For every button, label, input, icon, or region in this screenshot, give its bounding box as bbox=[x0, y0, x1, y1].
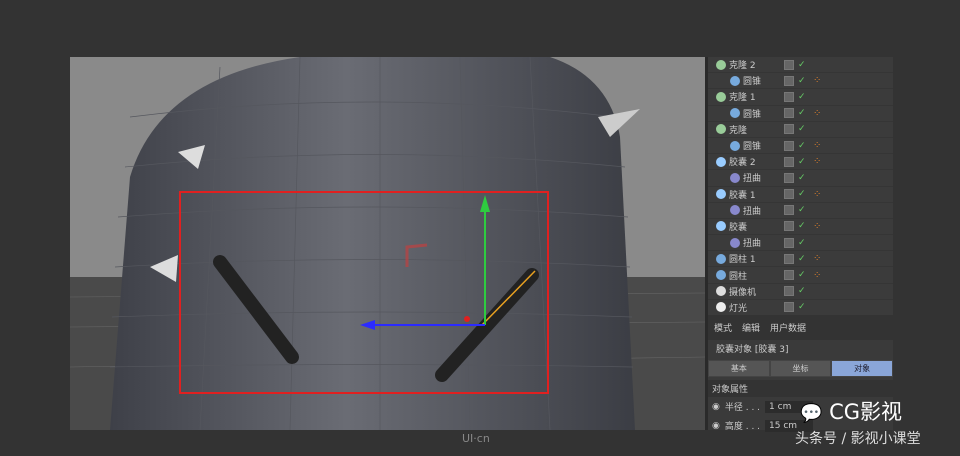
check-icon[interactable]: ✓ bbox=[798, 286, 806, 296]
layer-icon[interactable] bbox=[784, 108, 794, 119]
bend-icon bbox=[730, 172, 740, 183]
capsule-icon bbox=[716, 189, 726, 200]
layer-icon[interactable] bbox=[784, 286, 794, 297]
object-manager: 克隆 2 ✓ 圆锥 ✓ ⁘ 克隆 1 ✓ 圆锥 ✓ ⁘ 克隆 ✓ 圆锥 ✓ ⁘ 胶囊 2 ✓ ⁘ 扭曲 ✓ 胶囊 1 ✓ ⁘… bbox=[705, 57, 893, 333]
object-row[interactable]: 圆锥 ✓ ⁘ bbox=[708, 138, 893, 155]
tab-coord[interactable]: 坐标 bbox=[769, 360, 832, 377]
check-icon[interactable]: ✓ bbox=[798, 189, 806, 199]
check-icon[interactable]: ✓ bbox=[798, 108, 806, 118]
tag-icon[interactable]: ⁘ bbox=[813, 108, 821, 119]
layer-icon[interactable] bbox=[784, 124, 794, 135]
check-icon[interactable]: ✓ bbox=[798, 92, 806, 102]
check-icon[interactable]: ✓ bbox=[798, 157, 806, 167]
layer-icon[interactable] bbox=[784, 156, 794, 167]
layer-icon[interactable] bbox=[784, 221, 794, 232]
object-row[interactable]: 摄像机 ✓ bbox=[708, 284, 893, 300]
cone-icon bbox=[730, 75, 740, 86]
cylinder-icon bbox=[716, 253, 726, 264]
cloner-icon bbox=[716, 91, 726, 102]
object-row[interactable]: 圆锥 ✓ ⁘ bbox=[708, 106, 893, 122]
capsule-icon bbox=[716, 156, 726, 167]
check-icon[interactable]: ✓ bbox=[798, 270, 806, 280]
object-row[interactable]: 扭曲 ✓ bbox=[708, 170, 893, 187]
cone-icon bbox=[730, 108, 740, 119]
layer-icon[interactable] bbox=[784, 302, 794, 313]
height-label: 高度 . . . bbox=[724, 422, 761, 432]
capsule-body bbox=[110, 57, 635, 430]
object-row[interactable]: 克隆 ✓ bbox=[708, 122, 893, 138]
layer-icon[interactable] bbox=[784, 140, 794, 151]
camera-icon bbox=[716, 286, 726, 297]
check-icon[interactable]: ✓ bbox=[798, 124, 806, 134]
bend-icon bbox=[730, 237, 740, 248]
check-icon[interactable]: ✓ bbox=[798, 221, 806, 231]
layer-icon[interactable] bbox=[784, 205, 794, 216]
site-watermark: UI·cn bbox=[462, 432, 490, 445]
capsule-icon bbox=[716, 221, 726, 232]
layer-icon[interactable] bbox=[784, 237, 794, 248]
cylinder-icon bbox=[716, 270, 726, 281]
check-icon[interactable]: ✓ bbox=[798, 302, 806, 312]
check-icon[interactable]: ✓ bbox=[798, 238, 806, 248]
object-row[interactable]: 圆柱 1 ✓ ⁘ bbox=[708, 251, 893, 268]
tag-icon[interactable]: ⁘ bbox=[813, 253, 821, 264]
object-row[interactable]: 胶囊 ✓ ⁘ bbox=[708, 219, 893, 236]
layer-icon[interactable] bbox=[784, 172, 794, 183]
light-icon bbox=[716, 302, 726, 313]
layer-icon[interactable] bbox=[784, 189, 794, 200]
menu-user-data[interactable]: 用户数据 bbox=[770, 321, 806, 334]
cloner-icon bbox=[716, 124, 726, 135]
bend-icon bbox=[730, 205, 740, 216]
section-title: 对象属性 bbox=[708, 380, 893, 397]
cone-icon bbox=[730, 140, 740, 151]
watermark-brand: 💬 CG影视 bbox=[800, 400, 903, 424]
check-icon[interactable]: ✓ bbox=[798, 205, 806, 215]
tab-object[interactable]: 对象 bbox=[831, 360, 894, 377]
tag-icon[interactable]: ⁘ bbox=[813, 140, 821, 151]
3d-viewport[interactable] bbox=[69, 56, 706, 431]
wechat-icon: 💬 bbox=[800, 403, 823, 424]
cloner-icon bbox=[716, 59, 726, 70]
object-row[interactable]: 圆锥 ✓ ⁘ bbox=[708, 73, 893, 90]
object-row[interactable]: 扭曲 ✓ bbox=[708, 235, 893, 252]
radius-label: 半径 . . . bbox=[724, 403, 761, 413]
object-row[interactable]: 胶囊 1 ✓ ⁘ bbox=[708, 187, 893, 203]
check-icon[interactable]: ✓ bbox=[798, 141, 806, 151]
check-icon[interactable]: ✓ bbox=[798, 76, 806, 86]
layer-icon[interactable] bbox=[784, 75, 794, 86]
menu-mode[interactable]: 模式 bbox=[714, 321, 732, 334]
layer-icon[interactable] bbox=[784, 59, 794, 70]
layer-icon[interactable] bbox=[784, 253, 794, 264]
watermark-sub: 头条号 / 影视小课堂 bbox=[795, 431, 921, 447]
object-row[interactable]: 胶囊 2 ✓ ⁘ bbox=[708, 154, 893, 171]
menu-edit[interactable]: 编辑 bbox=[742, 321, 760, 334]
object-title: 胶囊对象 [胶囊 3] bbox=[716, 345, 789, 355]
tag-icon[interactable]: ⁘ bbox=[813, 156, 821, 167]
tab-basic[interactable]: 基本 bbox=[708, 360, 770, 377]
object-row[interactable]: 克隆 1 ✓ bbox=[708, 89, 893, 106]
tag-icon[interactable]: ⁘ bbox=[813, 189, 821, 200]
object-row[interactable]: 圆柱 ✓ ⁘ bbox=[708, 267, 893, 284]
layer-icon[interactable] bbox=[784, 270, 794, 281]
object-row[interactable]: 灯光 ✓ bbox=[708, 300, 893, 316]
check-icon[interactable]: ✓ bbox=[798, 60, 806, 70]
tag-icon[interactable]: ⁘ bbox=[813, 221, 821, 232]
tag-icon[interactable]: ⁘ bbox=[813, 75, 821, 86]
layer-icon[interactable] bbox=[784, 91, 794, 102]
object-row[interactable]: 克隆 2 ✓ bbox=[708, 57, 893, 74]
check-icon[interactable]: ✓ bbox=[798, 254, 806, 264]
check-icon[interactable]: ✓ bbox=[798, 173, 806, 183]
tag-icon[interactable]: ⁘ bbox=[813, 270, 821, 281]
object-row[interactable]: 扭曲 ✓ bbox=[708, 203, 893, 219]
